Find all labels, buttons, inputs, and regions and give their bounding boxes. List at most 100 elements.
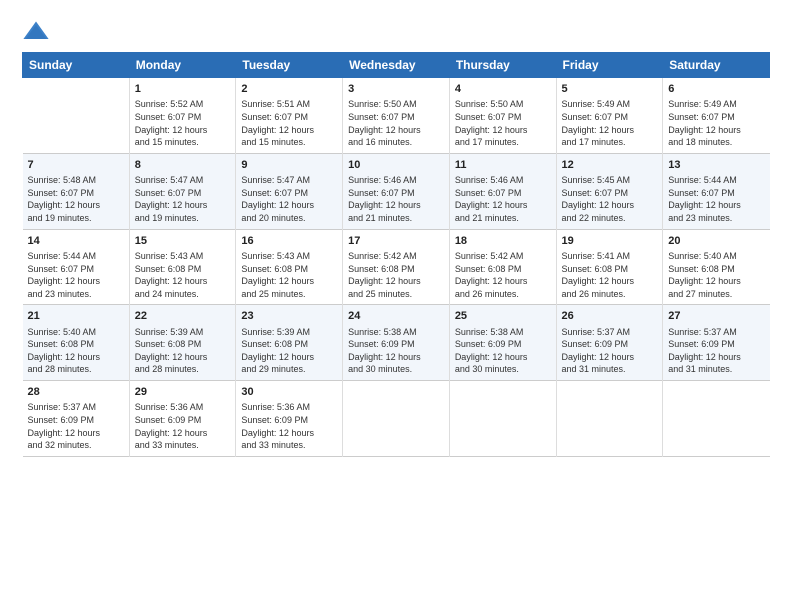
day-info-line: Sunset: 6:07 PM [455, 187, 551, 200]
calendar-cell: 1Sunrise: 5:52 AMSunset: 6:07 PMDaylight… [129, 78, 236, 154]
day-info-line: Sunset: 6:07 PM [28, 263, 124, 276]
day-number: 5 [562, 82, 658, 97]
day-number: 8 [135, 158, 231, 173]
day-info-line: Sunset: 6:09 PM [668, 338, 764, 351]
day-info-line: and 31 minutes. [562, 363, 658, 376]
day-info-line: Sunset: 6:07 PM [241, 187, 337, 200]
column-header-thursday: Thursday [449, 53, 556, 78]
day-number: 16 [241, 234, 337, 249]
calendar-cell [663, 381, 770, 457]
day-number: 15 [135, 234, 231, 249]
day-number: 10 [348, 158, 444, 173]
day-info-line: Daylight: 12 hours [135, 199, 231, 212]
day-info-line: Sunrise: 5:43 AM [135, 250, 231, 263]
calendar-cell: 19Sunrise: 5:41 AMSunset: 6:08 PMDayligh… [556, 229, 663, 305]
calendar-cell: 18Sunrise: 5:42 AMSunset: 6:08 PMDayligh… [449, 229, 556, 305]
day-info-line: Daylight: 12 hours [348, 199, 444, 212]
day-info-line: Sunset: 6:08 PM [135, 338, 231, 351]
day-info-line: and 33 minutes. [135, 439, 231, 452]
calendar-cell: 25Sunrise: 5:38 AMSunset: 6:09 PMDayligh… [449, 305, 556, 381]
day-number: 7 [28, 158, 124, 173]
calendar-cell: 30Sunrise: 5:36 AMSunset: 6:09 PMDayligh… [236, 381, 343, 457]
day-info-line: Sunrise: 5:48 AM [28, 174, 124, 187]
day-info-line: and 32 minutes. [28, 439, 124, 452]
day-number: 22 [135, 309, 231, 324]
day-info-line: Sunrise: 5:40 AM [668, 250, 764, 263]
day-info-line: Sunrise: 5:42 AM [455, 250, 551, 263]
day-info-line: and 21 minutes. [348, 212, 444, 225]
day-info-line: Daylight: 12 hours [241, 275, 337, 288]
day-info-line: Sunset: 6:07 PM [28, 187, 124, 200]
calendar-cell [23, 78, 130, 154]
day-info-line: Sunset: 6:09 PM [28, 414, 124, 427]
day-info-line: Daylight: 12 hours [562, 124, 658, 137]
day-number: 2 [241, 82, 337, 97]
day-info-line: Daylight: 12 hours [135, 124, 231, 137]
day-info-line: and 16 minutes. [348, 136, 444, 149]
calendar-cell: 20Sunrise: 5:40 AMSunset: 6:08 PMDayligh… [663, 229, 770, 305]
day-info-line: Sunset: 6:08 PM [28, 338, 124, 351]
day-info-line: and 22 minutes. [562, 212, 658, 225]
day-number: 29 [135, 385, 231, 400]
day-info-line: and 24 minutes. [135, 288, 231, 301]
day-info-line: Daylight: 12 hours [455, 199, 551, 212]
day-number: 26 [562, 309, 658, 324]
day-info-line: Daylight: 12 hours [348, 275, 444, 288]
day-info-line: and 15 minutes. [135, 136, 231, 149]
day-info-line: Sunrise: 5:47 AM [135, 174, 231, 187]
day-info-line: and 23 minutes. [28, 288, 124, 301]
day-info-line: and 17 minutes. [562, 136, 658, 149]
day-number: 12 [562, 158, 658, 173]
day-info-line: Sunset: 6:07 PM [562, 187, 658, 200]
day-info-line: Sunrise: 5:39 AM [135, 326, 231, 339]
day-info-line: Sunrise: 5:37 AM [28, 401, 124, 414]
week-row-5: 28Sunrise: 5:37 AMSunset: 6:09 PMDayligh… [23, 381, 770, 457]
day-info-line: Sunrise: 5:46 AM [455, 174, 551, 187]
day-info-line: and 33 minutes. [241, 439, 337, 452]
day-info-line: and 15 minutes. [241, 136, 337, 149]
day-info-line: Daylight: 12 hours [668, 124, 764, 137]
day-info-line: and 27 minutes. [668, 288, 764, 301]
week-row-3: 14Sunrise: 5:44 AMSunset: 6:07 PMDayligh… [23, 229, 770, 305]
day-info-line: Sunset: 6:09 PM [241, 414, 337, 427]
week-row-4: 21Sunrise: 5:40 AMSunset: 6:08 PMDayligh… [23, 305, 770, 381]
day-info-line: Sunset: 6:07 PM [455, 111, 551, 124]
calendar-cell: 2Sunrise: 5:51 AMSunset: 6:07 PMDaylight… [236, 78, 343, 154]
calendar-cell: 6Sunrise: 5:49 AMSunset: 6:07 PMDaylight… [663, 78, 770, 154]
day-info-line: Daylight: 12 hours [455, 275, 551, 288]
day-info-line: Sunset: 6:08 PM [241, 338, 337, 351]
day-number: 11 [455, 158, 551, 173]
day-info-line: Sunset: 6:07 PM [348, 187, 444, 200]
day-number: 6 [668, 82, 764, 97]
day-info-line: and 30 minutes. [455, 363, 551, 376]
calendar-cell: 23Sunrise: 5:39 AMSunset: 6:08 PMDayligh… [236, 305, 343, 381]
day-info-line: Daylight: 12 hours [28, 427, 124, 440]
day-info-line: and 26 minutes. [562, 288, 658, 301]
day-info-line: Sunrise: 5:39 AM [241, 326, 337, 339]
day-info-line: Daylight: 12 hours [135, 351, 231, 364]
column-header-saturday: Saturday [663, 53, 770, 78]
day-info-line: and 31 minutes. [668, 363, 764, 376]
column-header-monday: Monday [129, 53, 236, 78]
day-info-line: Daylight: 12 hours [562, 275, 658, 288]
day-info-line: Daylight: 12 hours [668, 275, 764, 288]
day-info-line: Sunset: 6:08 PM [562, 263, 658, 276]
day-info-line: Sunset: 6:09 PM [348, 338, 444, 351]
calendar-cell: 29Sunrise: 5:36 AMSunset: 6:09 PMDayligh… [129, 381, 236, 457]
day-info-line: Daylight: 12 hours [28, 199, 124, 212]
day-info-line: Daylight: 12 hours [241, 124, 337, 137]
day-number: 17 [348, 234, 444, 249]
day-info-line: Sunset: 6:08 PM [135, 263, 231, 276]
calendar-cell [343, 381, 450, 457]
day-info-line: Sunset: 6:09 PM [135, 414, 231, 427]
day-info-line: and 23 minutes. [668, 212, 764, 225]
day-number: 30 [241, 385, 337, 400]
calendar-cell: 27Sunrise: 5:37 AMSunset: 6:09 PMDayligh… [663, 305, 770, 381]
day-info-line: Daylight: 12 hours [668, 199, 764, 212]
calendar-cell: 15Sunrise: 5:43 AMSunset: 6:08 PMDayligh… [129, 229, 236, 305]
day-info-line: Sunset: 6:08 PM [455, 263, 551, 276]
calendar-cell: 10Sunrise: 5:46 AMSunset: 6:07 PMDayligh… [343, 153, 450, 229]
day-info-line: Daylight: 12 hours [28, 351, 124, 364]
column-header-friday: Friday [556, 53, 663, 78]
day-info-line: Sunset: 6:07 PM [668, 111, 764, 124]
